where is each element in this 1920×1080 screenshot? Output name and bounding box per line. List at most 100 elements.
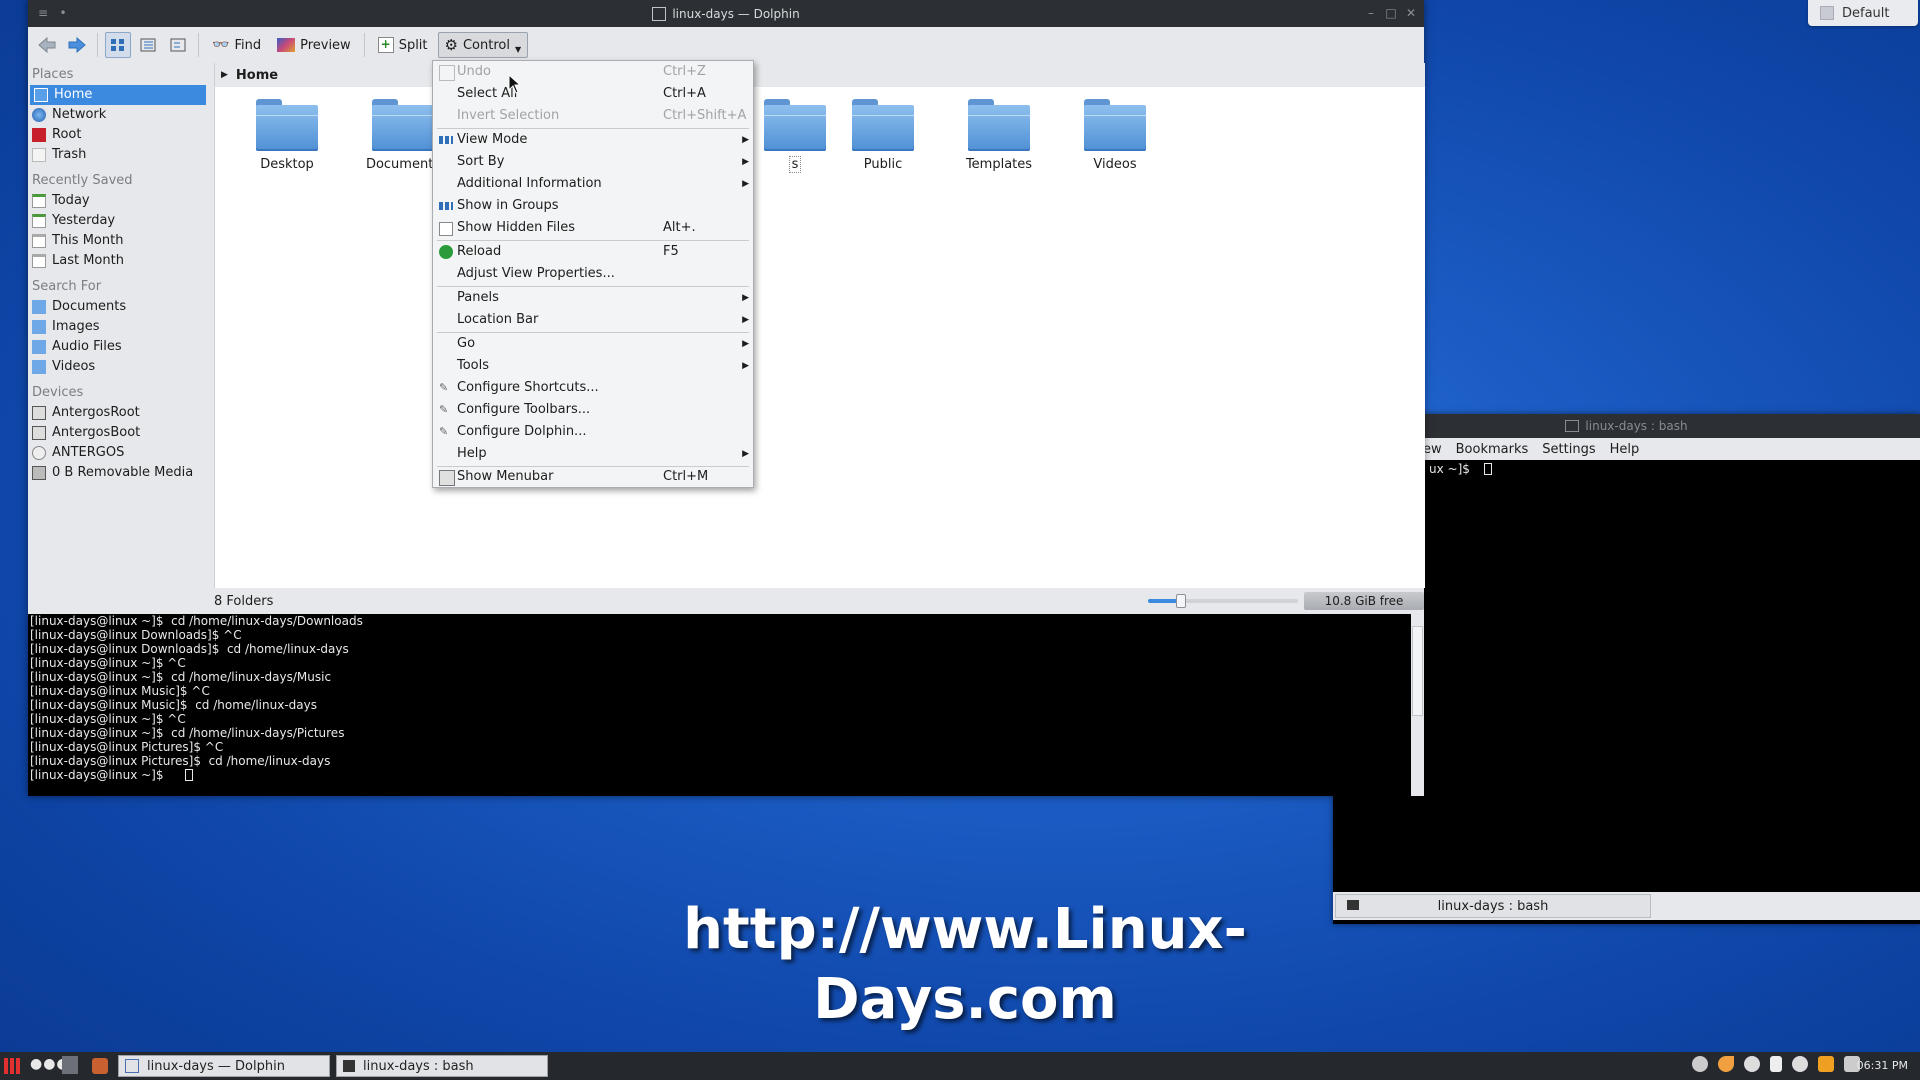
menu-item-show-hidden-files[interactable]: Show Hidden Files Alt+. xyxy=(433,218,753,238)
menu-item-show-menubar[interactable]: Show Menubar Ctrl+M xyxy=(433,467,753,487)
menu-separator xyxy=(437,286,749,287)
terminal-panel[interactable]: [linux-days@linux ~]$ cd /home/linux-day… xyxy=(28,614,1424,796)
sidebar-item-network[interactable]: Network xyxy=(28,105,208,125)
website-watermark: http://www.Linux-Days.com xyxy=(683,897,1247,1032)
sidebar-item-label: Documents xyxy=(52,299,127,314)
forward-button[interactable] xyxy=(64,32,90,58)
sidebar-item-search-audio[interactable]: Audio Files xyxy=(28,337,208,357)
menu-item-invert-selection[interactable]: Invert Selection Ctrl+Shift+A xyxy=(433,106,753,126)
sidebar-item-last-month[interactable]: Last Month xyxy=(28,251,208,271)
menu-item-go[interactable]: Go ▶ xyxy=(433,334,753,354)
pin-icon[interactable]: • xyxy=(56,6,70,20)
file-view[interactable]: ▶ Home Desktop Documents s Public Templa… xyxy=(214,63,1425,588)
submenu-arrow-icon: ▶ xyxy=(742,449,749,459)
sidebar-item-antergos[interactable]: ANTERGOS xyxy=(28,443,208,463)
preview-label: Preview xyxy=(300,37,351,53)
menu-item-configure-shortcuts[interactable]: ✎ Configure Shortcuts... xyxy=(433,378,753,398)
menu-item-show-in-groups[interactable]: Show in Groups xyxy=(433,196,753,216)
breadcrumb[interactable]: ▶ Home xyxy=(215,63,1425,87)
launcher-icon[interactable] xyxy=(92,1058,108,1074)
updates-icon[interactable] xyxy=(1692,1056,1708,1072)
menu-item-select-all[interactable]: Select All Ctrl+A xyxy=(433,84,753,104)
tools-icon[interactable] xyxy=(1818,1056,1834,1072)
places-heading: Places xyxy=(32,67,74,82)
menu-item-tools[interactable]: Tools ▶ xyxy=(433,356,753,376)
sidebar-item-home[interactable]: Home xyxy=(30,85,206,105)
compact-view-icon xyxy=(140,38,156,52)
wrench-icon: ✎ xyxy=(439,403,449,416)
zoom-slider[interactable] xyxy=(1148,594,1298,608)
folder-partial[interactable]: s xyxy=(745,99,845,173)
window-menu-icon[interactable]: ≡ xyxy=(36,6,50,20)
sidebar-item-removable[interactable]: 0 B Removable Media xyxy=(28,463,208,483)
terminal-menu-view[interactable]: ew xyxy=(1423,442,1442,457)
folder-label: Videos xyxy=(1093,157,1137,172)
sidebar-item-search-videos[interactable]: Videos xyxy=(28,357,208,377)
sidebar-item-antergosboot[interactable]: AntergosBoot xyxy=(28,423,208,443)
sidebar-item-label: Yesterday xyxy=(52,213,116,228)
menu-item-sort-by[interactable]: Sort By ▶ xyxy=(433,152,753,172)
close-icon[interactable]: ✕ xyxy=(1404,6,1418,20)
taskbar-item-bash[interactable]: linux-days : bash xyxy=(336,1055,548,1077)
sidebar-item-today[interactable]: Today xyxy=(28,191,208,211)
folder-videos[interactable]: Videos xyxy=(1065,99,1165,172)
folder-desktop[interactable]: Desktop xyxy=(237,99,337,172)
app-menu-icon[interactable] xyxy=(4,1058,20,1074)
menu-item-reload[interactable]: Reload F5 xyxy=(433,242,753,262)
find-button[interactable]: 👓 Find xyxy=(206,32,267,58)
terminal-tab[interactable]: linux-days : bash xyxy=(1335,894,1651,918)
sidebar-item-root[interactable]: Root xyxy=(28,125,208,145)
clipboard-icon[interactable] xyxy=(1770,1056,1782,1072)
night-mode-icon[interactable] xyxy=(1718,1056,1734,1072)
details-view-button[interactable] xyxy=(165,32,191,58)
breadcrumb-home[interactable]: Home xyxy=(236,68,278,83)
icons-view-button[interactable] xyxy=(105,32,131,58)
search-heading: Search For xyxy=(32,279,102,294)
zoom-slider-handle[interactable] xyxy=(1176,594,1186,608)
control-button[interactable]: ⚙ Control ▼ xyxy=(437,32,529,58)
clock[interactable]: 06:31 PM xyxy=(1857,1052,1908,1080)
scrollbar-thumb[interactable] xyxy=(1412,626,1423,716)
folder-public[interactable]: Public xyxy=(833,99,933,172)
taskbar-item-dolphin[interactable]: linux-days — Dolphin xyxy=(118,1055,330,1077)
split-button[interactable]: + Split xyxy=(372,32,434,58)
network-icon[interactable] xyxy=(1792,1056,1808,1072)
groups-icon xyxy=(439,202,453,210)
menu-item-panels[interactable]: Panels ▶ xyxy=(433,288,753,308)
minimize-icon[interactable]: – xyxy=(1364,6,1378,20)
terminal-menu-help[interactable]: Help xyxy=(1610,442,1640,457)
gear-icon: ⚙ xyxy=(444,36,458,54)
terminal-scrollbar[interactable] xyxy=(1411,614,1424,796)
sidebar-item-antergosroot[interactable]: AntergosRoot xyxy=(28,403,208,423)
settings-icon[interactable] xyxy=(1744,1056,1760,1072)
sidebar-item-trash[interactable]: Trash xyxy=(28,145,208,165)
sidebar-item-search-documents[interactable]: Documents xyxy=(28,297,208,317)
dolphin-titlebar[interactable]: ≡ • linux-days — Dolphin – □ ✕ xyxy=(28,0,1424,27)
menu-item-view-mode[interactable]: View Mode ▶ xyxy=(433,130,753,150)
menu-item-help[interactable]: Help ▶ xyxy=(433,444,753,464)
preview-button[interactable]: Preview xyxy=(271,32,357,58)
folder-templates[interactable]: Templates xyxy=(949,99,1049,172)
menu-item-configure-toolbars[interactable]: ✎ Configure Toolbars... xyxy=(433,400,753,420)
toolbar-separator xyxy=(363,33,365,57)
back-button[interactable] xyxy=(34,32,60,58)
menu-item-location-bar[interactable]: Location Bar ▶ xyxy=(433,310,753,330)
show-desktop-icon[interactable] xyxy=(62,1056,78,1074)
maximize-icon[interactable]: □ xyxy=(1384,6,1398,20)
sidebar-item-yesterday[interactable]: Yesterday xyxy=(28,211,208,231)
terminal-menu-settings[interactable]: Settings xyxy=(1542,442,1595,457)
checkbox-icon[interactable] xyxy=(439,222,453,236)
menu-item-additional-information[interactable]: Additional Information ▶ xyxy=(433,174,753,194)
compact-view-button[interactable] xyxy=(135,32,161,58)
sidebar-item-this-month[interactable]: This Month xyxy=(28,231,208,251)
dolphin-title-icon xyxy=(652,6,667,21)
terminal-menu-bookmarks[interactable]: Bookmarks xyxy=(1456,442,1529,457)
menu-item-adjust-view-properties[interactable]: Adjust View Properties... xyxy=(433,264,753,284)
desktop-default-widget[interactable]: Default xyxy=(1808,0,1918,26)
menu-item-undo[interactable]: Undo Ctrl+Z xyxy=(433,62,753,82)
menu-item-configure-dolphin[interactable]: ✎ Configure Dolphin... xyxy=(433,422,753,442)
sidebar-item-search-images[interactable]: Images xyxy=(28,317,208,337)
sidebar-item-label: Home xyxy=(54,87,93,102)
sidebar-item-label: Images xyxy=(52,319,100,334)
dolphin-toolbar: 👓 Find Preview + Split ⚙ Control ▼ xyxy=(28,27,1424,63)
